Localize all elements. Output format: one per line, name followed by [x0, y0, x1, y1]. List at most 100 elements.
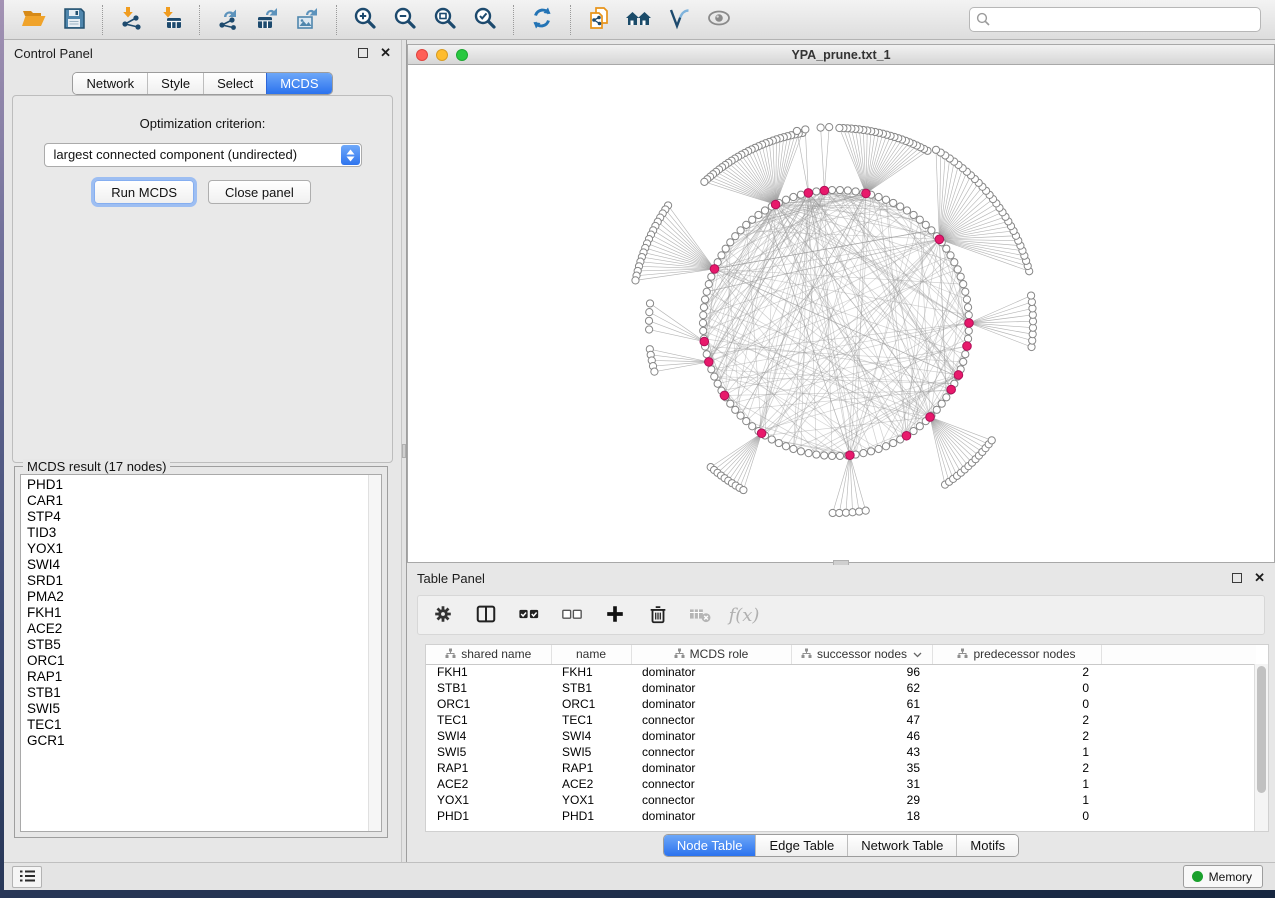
table-cell[interactable]: dominator	[631, 680, 791, 696]
table-cell[interactable]: YOX1	[426, 792, 551, 808]
table-cell[interactable]: connector	[631, 712, 791, 728]
mcds-result-item[interactable]: STB5	[21, 637, 367, 653]
network-node[interactable]	[828, 186, 835, 193]
network-node[interactable]	[932, 146, 939, 153]
network-node[interactable]	[703, 288, 710, 295]
table-cell[interactable]: 1	[932, 776, 1101, 792]
table-row[interactable]: PHD1PHD1dominator180	[426, 808, 1256, 824]
table-cell[interactable]: dominator	[631, 664, 791, 680]
network-node[interactable]	[916, 423, 923, 430]
table-cell[interactable]: connector	[631, 776, 791, 792]
home-button[interactable]	[619, 3, 659, 37]
table-cell[interactable]: dominator	[631, 760, 791, 776]
clone-network-button[interactable]	[579, 3, 619, 37]
table-row[interactable]: YOX1YOX1connector291	[426, 792, 1256, 808]
optimization-criterion-dropdown[interactable]: largest connected component (undirected)	[44, 143, 362, 167]
network-node[interactable]	[890, 199, 897, 206]
table-row[interactable]: SWI4SWI4dominator462	[426, 728, 1256, 744]
network-node[interactable]	[836, 124, 843, 131]
network-node[interactable]	[797, 448, 804, 455]
network-node[interactable]	[645, 317, 652, 324]
network-node[interactable]	[749, 216, 756, 223]
table-cell[interactable]: PHD1	[551, 808, 631, 824]
network-window-titlebar[interactable]: YPA_prune.txt_1	[408, 45, 1274, 65]
table-cell[interactable]: 2	[932, 712, 1101, 728]
mcds-result-item[interactable]: TEC1	[21, 717, 367, 733]
table-cell[interactable]: 35	[791, 760, 932, 776]
table-cell[interactable]: SWI5	[426, 744, 551, 760]
network-node[interactable]	[761, 207, 768, 214]
float-panel-icon[interactable]	[1232, 573, 1242, 583]
mcds-result-item[interactable]: YOX1	[21, 541, 367, 557]
network-node[interactable]	[960, 281, 967, 288]
tab-mcds[interactable]: MCDS	[266, 73, 331, 94]
table-cell[interactable]: FKH1	[551, 664, 631, 680]
close-panel-icon[interactable]: ✕	[1254, 573, 1265, 583]
network-node[interactable]	[964, 304, 971, 311]
network-node[interactable]	[988, 437, 995, 444]
scrollbar-thumb[interactable]	[1257, 666, 1266, 793]
table-cell[interactable]: 29	[791, 792, 932, 808]
zoom-selected-button[interactable]	[465, 3, 505, 37]
table-cell[interactable]: STB1	[551, 680, 631, 696]
add-row-button[interactable]	[602, 602, 628, 628]
import-network-button[interactable]	[111, 3, 151, 37]
network-node[interactable]	[737, 227, 744, 234]
network-node[interactable]	[743, 418, 750, 425]
mcds-result-item[interactable]: SWI4	[21, 557, 367, 573]
network-hub-node[interactable]	[804, 189, 813, 198]
import-table-button[interactable]	[151, 3, 191, 37]
network-node[interactable]	[797, 191, 804, 198]
mcds-result-item[interactable]: TID3	[21, 525, 367, 541]
network-node[interactable]	[740, 486, 747, 493]
network-node[interactable]	[646, 326, 653, 333]
select-all-button[interactable]	[516, 602, 542, 628]
table-cell[interactable]: YOX1	[551, 792, 631, 808]
mcds-result-item[interactable]: STP4	[21, 509, 367, 525]
network-node[interactable]	[699, 319, 706, 326]
mcds-result-item[interactable]: SWI5	[21, 701, 367, 717]
network-node[interactable]	[813, 188, 820, 195]
network-node[interactable]	[1027, 292, 1034, 299]
network-node[interactable]	[703, 351, 710, 358]
network-node[interactable]	[856, 508, 863, 515]
table-cell[interactable]: RAP1	[551, 760, 631, 776]
table-cell[interactable]: dominator	[631, 728, 791, 744]
network-node[interactable]	[701, 178, 708, 185]
network-node[interactable]	[875, 445, 882, 452]
network-node[interactable]	[943, 394, 950, 401]
network-node[interactable]	[755, 211, 762, 218]
table-cell[interactable]: ORC1	[551, 696, 631, 712]
network-node[interactable]	[965, 312, 972, 319]
table-cell[interactable]: 46	[791, 728, 932, 744]
table-cell[interactable]: 2	[932, 760, 1101, 776]
delete-row-button[interactable]	[645, 602, 671, 628]
mcds-result-item[interactable]: PHD1	[21, 477, 367, 493]
network-node[interactable]	[700, 312, 707, 319]
network-hub-node[interactable]	[935, 235, 944, 244]
network-node[interactable]	[943, 245, 950, 252]
network-node[interactable]	[732, 233, 739, 240]
table-cell[interactable]: ACE2	[551, 776, 631, 792]
table-cell[interactable]: SWI4	[426, 728, 551, 744]
network-node[interactable]	[882, 196, 889, 203]
network-node[interactable]	[646, 300, 653, 307]
table-cell[interactable]: dominator	[631, 696, 791, 712]
run-mcds-button[interactable]: Run MCDS	[94, 180, 194, 204]
table-cell[interactable]: dominator	[631, 808, 791, 824]
table-cell[interactable]: ORC1	[426, 696, 551, 712]
table-row[interactable]: ACE2ACE2connector311	[426, 776, 1256, 792]
network-hub-node[interactable]	[720, 391, 729, 400]
network-node[interactable]	[875, 193, 882, 200]
table-cell[interactable]: 96	[791, 664, 932, 680]
network-node[interactable]	[714, 380, 721, 387]
network-hub-node[interactable]	[846, 451, 855, 460]
mcds-result-item[interactable]: GCR1	[21, 733, 367, 749]
network-node[interactable]	[701, 296, 708, 303]
network-node[interactable]	[916, 216, 923, 223]
table-cell[interactable]: TEC1	[426, 712, 551, 728]
table-cell[interactable]: ACE2	[426, 776, 551, 792]
network-hub-node[interactable]	[947, 385, 956, 394]
network-hub-node[interactable]	[757, 429, 766, 438]
network-node[interactable]	[700, 304, 707, 311]
